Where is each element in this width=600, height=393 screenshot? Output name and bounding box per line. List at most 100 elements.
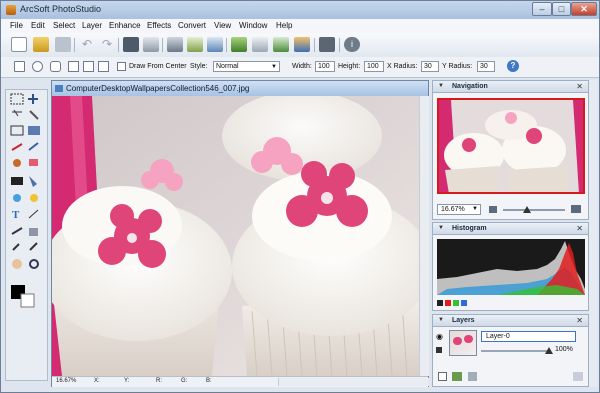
zoom-slider-track[interactable] — [503, 209, 565, 211]
histogram-channel-green-icon[interactable] — [453, 300, 459, 306]
width-input[interactable]: 100 — [315, 61, 335, 72]
tool-icons: T — [10, 93, 40, 308]
x-coordinate-label: X: — [94, 378, 100, 384]
collapse-triangle-icon[interactable]: ▼ — [438, 225, 444, 231]
main-toolbar: ↶ ↷ i — [1, 33, 599, 58]
opacity-slider-track[interactable] — [481, 350, 551, 352]
gallery-icon[interactable] — [273, 37, 289, 52]
y-coordinate-label: Y: — [124, 378, 130, 384]
menu-help[interactable]: Help — [276, 21, 292, 30]
tool-palette: T — [5, 89, 48, 381]
rounded-select-icon[interactable] — [50, 61, 61, 72]
print-icon[interactable] — [143, 37, 159, 52]
undo-icon[interactable]: ↶ — [79, 37, 95, 52]
layers-panel-header[interactable]: ▼ Layers ✕ — [432, 314, 589, 327]
app-logo-icon — [6, 5, 16, 15]
histogram-channel-blue-icon[interactable] — [461, 300, 467, 306]
histogram-title: Histogram — [452, 225, 487, 232]
histogram-panel — [432, 235, 589, 311]
menu-window[interactable]: Window — [239, 21, 267, 30]
photo-icon[interactable] — [231, 37, 247, 52]
opacity-slider-thumb[interactable] — [545, 347, 553, 354]
navigation-zoom-value: 16.67% — [441, 206, 465, 213]
collapse-triangle-icon[interactable]: ▼ — [438, 83, 444, 89]
export-icon[interactable] — [207, 37, 223, 52]
style-select[interactable]: Normal ▼ — [213, 61, 280, 72]
histogram-panel-header[interactable]: ▼ Histogram ✕ — [432, 222, 589, 235]
vertical-scrollbar[interactable] — [419, 96, 429, 376]
new-file-icon[interactable] — [11, 37, 27, 52]
histogram-graph — [437, 239, 585, 295]
menu-view[interactable]: View — [214, 21, 231, 30]
layers-panel: ◉ Layer-0 100% — [432, 327, 589, 387]
open-icon[interactable] — [33, 37, 49, 52]
width-label: Width: — [292, 63, 312, 70]
info-icon[interactable]: i — [344, 37, 360, 52]
panel-scrollbar[interactable] — [589, 80, 598, 387]
close-icon[interactable]: ✕ — [576, 82, 583, 91]
x-radius-input[interactable]: 30 — [421, 61, 439, 72]
menu-effects[interactable]: Effects — [147, 21, 171, 30]
y-radius-input[interactable]: 30 — [477, 61, 495, 72]
close-icon[interactable]: ✕ — [576, 316, 583, 325]
add-selection-icon[interactable] — [83, 61, 94, 72]
histogram-channel-all-icon[interactable] — [437, 300, 443, 306]
acquire-icon[interactable] — [187, 37, 203, 52]
zoom-in-icon[interactable] — [571, 205, 581, 213]
menu-enhance[interactable]: Enhance — [109, 21, 141, 30]
navigation-thumbnail — [439, 100, 583, 192]
menu-select[interactable]: Select — [53, 21, 75, 30]
cupcake-photo — [52, 96, 419, 376]
compare-icon[interactable] — [319, 37, 335, 52]
scan-icon[interactable] — [123, 37, 139, 52]
blue-value-label: B: — [206, 378, 212, 384]
document-filename: ComputerDesktopWallpapersCollection546_0… — [66, 84, 250, 93]
draw-from-center-checkbox[interactable] — [117, 62, 126, 71]
slideshow-icon[interactable] — [294, 37, 310, 52]
redo-icon[interactable]: ↷ — [99, 37, 115, 52]
layer-thumbnail[interactable] — [449, 330, 477, 356]
maximize-button[interactable]: □ — [552, 2, 571, 16]
rect-select-icon[interactable] — [14, 61, 25, 72]
toolbar-separator — [162, 38, 163, 52]
horizontal-scrollbar[interactable] — [278, 378, 429, 386]
draw-from-center-label: Draw From Center — [129, 63, 187, 70]
subtract-selection-icon[interactable] — [98, 61, 109, 72]
menu-convert[interactable]: Convert — [178, 21, 206, 30]
layer-name-field[interactable]: Layer-0 — [481, 331, 576, 342]
navigation-zoom-select[interactable]: 16.67% ▼ — [437, 204, 481, 215]
toolbar-separator — [314, 38, 315, 52]
layer-options-icon[interactable] — [573, 372, 583, 381]
height-input[interactable]: 100 — [364, 61, 384, 72]
close-button[interactable]: ✕ — [571, 2, 597, 16]
zoom-out-icon[interactable] — [489, 206, 497, 213]
ellipse-select-icon[interactable] — [32, 61, 43, 72]
save-icon[interactable] — [55, 37, 71, 52]
toolbar-separator — [74, 38, 75, 52]
navigation-panel-header[interactable]: ▼ Navigation ✕ — [432, 80, 589, 93]
close-icon[interactable]: ✕ — [576, 224, 583, 233]
histogram-channel-red-icon[interactable] — [445, 300, 451, 306]
delete-layer-icon[interactable] — [468, 372, 477, 381]
height-label: Height: — [338, 63, 361, 70]
navigation-panel: 16.67% ▼ — [432, 93, 589, 220]
minimize-button[interactable]: – — [532, 2, 552, 16]
menu-file[interactable]: File — [10, 21, 23, 30]
layers-title: Layers — [452, 317, 475, 324]
help-icon[interactable]: ? — [507, 60, 519, 72]
duplicate-layer-icon[interactable] — [452, 372, 462, 381]
menu-edit[interactable]: Edit — [31, 21, 45, 30]
collapse-triangle-icon[interactable]: ▼ — [438, 317, 444, 323]
image-canvas[interactable] — [52, 96, 419, 376]
new-layer-icon[interactable] — [438, 372, 447, 381]
eye-icon[interactable]: ◉ — [436, 332, 443, 341]
calendar-icon[interactable] — [252, 37, 268, 52]
zoom-slider-thumb[interactable] — [523, 206, 531, 213]
menu-layer[interactable]: Layer — [82, 21, 102, 30]
navigation-preview[interactable] — [437, 98, 585, 194]
menu-bar: File Edit Select Layer Enhance Effects C… — [1, 19, 599, 33]
camera-icon[interactable] — [167, 37, 183, 52]
new-selection-icon[interactable] — [68, 61, 79, 72]
title-bar: ArcSoft PhotoStudio – □ ✕ — [1, 1, 599, 19]
lock-icon[interactable] — [436, 347, 442, 353]
